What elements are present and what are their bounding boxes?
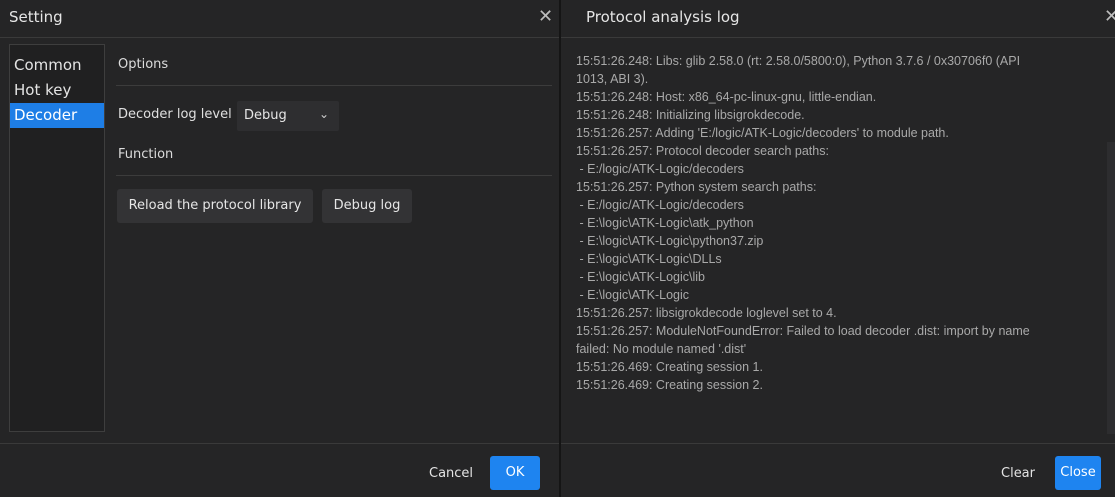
log-text-area[interactable]: 15:51:26.248: Libs: glib 2.58.0 (rt: 2.5… xyxy=(576,52,1115,432)
log-line: 1013, ABI 3). xyxy=(576,72,649,86)
close-button[interactable]: Close xyxy=(1055,456,1101,490)
log-scrollbar[interactable] xyxy=(1107,142,1115,434)
function-header: Function xyxy=(118,147,174,162)
cancel-button[interactable]: Cancel xyxy=(429,466,473,481)
debug-log-button[interactable]: Debug log xyxy=(322,189,412,223)
options-header: Options xyxy=(118,57,169,72)
decoder-log-level-select[interactable]: Debug ⌄ xyxy=(237,101,339,131)
log-line: 15:51:26.257: Python system search paths… xyxy=(576,180,817,194)
function-divider xyxy=(116,175,552,176)
nav-item-common[interactable]: Common xyxy=(10,53,104,78)
protocol-log-dialog: Protocol analysis log ✕ 15:51:26.248: Li… xyxy=(561,0,1115,497)
log-line: - E:\logic\ATK-Logic\atk_python xyxy=(576,216,754,230)
log-line: - E:\logic\ATK-Logic xyxy=(576,288,690,302)
settings-dialog: Setting ✕ Common Hot key Decoder Options… xyxy=(0,0,559,497)
nav-item-hot-key[interactable]: Hot key xyxy=(10,78,104,103)
ok-button[interactable]: OK xyxy=(490,456,540,490)
settings-title-bar: Setting ✕ xyxy=(0,0,559,38)
log-line: - E:/logic/ATK-Logic/decoders xyxy=(576,162,744,176)
log-line: - E:\logic\ATK-Logic\python37.zip xyxy=(576,234,764,248)
settings-nav-list: Common Hot key Decoder xyxy=(9,44,105,432)
log-line: 15:51:26.248: Libs: glib 2.58.0 (rt: 2.5… xyxy=(576,54,1021,68)
log-line: 15:51:26.257: ModuleNotFoundError: Faile… xyxy=(576,324,1030,338)
log-line: 15:51:26.257: Protocol decoder search pa… xyxy=(576,144,829,158)
log-line: failed: No module named '.dist' xyxy=(576,342,747,356)
log-close-icon[interactable]: ✕ xyxy=(1104,6,1115,27)
reload-protocol-library-button[interactable]: Reload the protocol library xyxy=(117,189,313,223)
decoder-log-level-value: Debug xyxy=(244,108,287,123)
log-line: 15:51:26.257: Adding 'E:/logic/ATK-Logic… xyxy=(576,126,949,140)
log-title-bar: Protocol analysis log ✕ xyxy=(561,0,1115,38)
settings-close-icon[interactable]: ✕ xyxy=(538,6,553,27)
log-line: 15:51:26.248: Initializing libsigrokdeco… xyxy=(576,108,805,122)
chevron-down-icon: ⌄ xyxy=(318,107,329,121)
log-line: 15:51:26.248: Host: x86_64-pc-linux-gnu,… xyxy=(576,90,877,104)
log-line: 15:51:26.257: libsigrokdecode loglevel s… xyxy=(576,306,837,320)
log-footer: Clear Close xyxy=(561,443,1115,497)
decoder-log-level-label: Decoder log level xyxy=(118,107,232,122)
settings-footer: Cancel OK xyxy=(0,443,559,497)
options-divider xyxy=(116,85,552,86)
log-title: Protocol analysis log xyxy=(586,8,740,26)
log-line: 15:51:26.469: Creating session 2. xyxy=(576,378,763,392)
nav-item-decoder[interactable]: Decoder xyxy=(10,103,104,128)
log-line: 15:51:26.469: Creating session 1. xyxy=(576,360,763,374)
settings-title: Setting xyxy=(9,8,63,26)
log-line: - E:/logic/ATK-Logic/decoders xyxy=(576,198,744,212)
log-line: - E:\logic\ATK-Logic\DLLs xyxy=(576,252,722,266)
clear-button[interactable]: Clear xyxy=(1001,466,1035,481)
log-line: - E:\logic\ATK-Logic\lib xyxy=(576,270,705,284)
